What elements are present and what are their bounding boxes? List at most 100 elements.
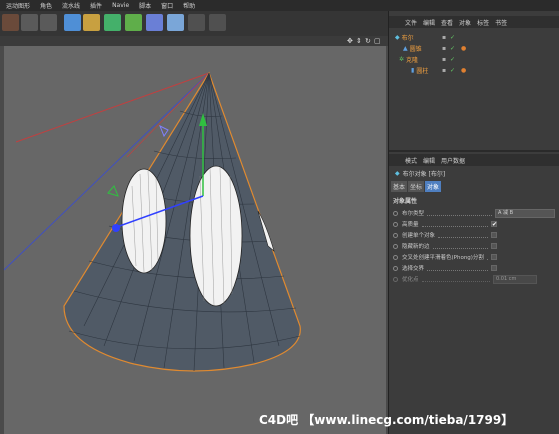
plane-handle-yz[interactable]: [159, 124, 169, 138]
attr-tab-mode[interactable]: 模式: [405, 156, 417, 165]
mograph-icon[interactable]: [125, 14, 142, 31]
light-icon[interactable]: [209, 14, 226, 31]
visibility-icon[interactable]: ▪: [442, 45, 446, 52]
watermark: C4D吧 【www.linecg.com/tieba/1799】: [259, 413, 514, 427]
boole-type-select[interactable]: A 减 B: [495, 208, 555, 218]
keyframe-icon[interactable]: [393, 221, 398, 227]
tree-item-boole[interactable]: ◆ 布尔 ▪ ✓: [389, 32, 559, 43]
keyframe-icon[interactable]: [393, 243, 398, 249]
visibility-icon[interactable]: ▪: [442, 67, 446, 74]
hide-new-edges-checkbox[interactable]: [491, 243, 497, 249]
leader-dots: [438, 232, 488, 238]
keyframe-icon[interactable]: [393, 232, 398, 238]
tree-item-label: 布尔: [401, 35, 414, 42]
attr-row-boole-type: 布尔类型 A 减 B: [393, 208, 555, 218]
menu-character[interactable]: 角色: [40, 1, 52, 10]
attr-tab-edit[interactable]: 编辑: [423, 156, 435, 165]
keyframe-icon[interactable]: [393, 254, 398, 260]
objects-tab-edit[interactable]: 编辑: [423, 18, 435, 27]
menubar: 运动图形 角色 流水线 插件 Navie 脚本 窗口 帮助: [0, 0, 559, 11]
objects-tab-view[interactable]: 查看: [441, 18, 453, 27]
viewport[interactable]: [4, 46, 386, 434]
enabled-check-icon[interactable]: ✓: [450, 45, 455, 52]
deformer-icon[interactable]: [146, 14, 163, 31]
cone-scene: [4, 71, 301, 372]
zoom-view-icon[interactable]: ⇕: [356, 37, 362, 45]
cut-hole-left: [121, 168, 167, 274]
attr-row-phong-break: 交叉处创建平滑着色(Phong)分割: [393, 252, 555, 262]
tree-item-cloner[interactable]: ✲ 克隆 ▪ ✓: [389, 54, 559, 65]
visibility-icon[interactable]: ▪: [442, 56, 446, 63]
move-view-icon[interactable]: ✥: [347, 37, 353, 45]
subdivision-icon[interactable]: [104, 14, 121, 31]
phong-break-checkbox[interactable]: [491, 254, 497, 260]
keyframe-icon[interactable]: [393, 276, 398, 282]
tree-item-cylinder[interactable]: ▮ 圆柱 ▪ ✓ ●: [389, 65, 559, 76]
high-quality-checkbox[interactable]: ✔: [491, 221, 497, 228]
attr-label: 交叉处创建平滑着色(Phong)分割: [402, 255, 484, 261]
render-settings-icon[interactable]: [40, 14, 57, 31]
attr-tab-userdata[interactable]: 用户数据: [441, 156, 465, 165]
attr-label: 创建单个对象: [402, 233, 436, 239]
cylinder-icon: ▮: [411, 67, 415, 74]
phong-tag-icon[interactable]: ●: [461, 45, 466, 52]
plane-handle-xy[interactable]: [107, 185, 119, 197]
attr-label: 高质量: [402, 222, 419, 228]
z-axis-handle[interactable]: [112, 224, 120, 232]
boole-icon: ◆: [395, 34, 400, 41]
menu-help[interactable]: 帮助: [183, 1, 195, 10]
attr-object-header: ◆ 布尔对象 [布尔]: [395, 169, 445, 178]
phong-tag-icon[interactable]: ●: [461, 67, 466, 74]
render-icon[interactable]: [2, 14, 19, 31]
tree-item-label: 克隆: [406, 57, 419, 64]
cut-hole-center: [189, 165, 243, 307]
select-intersection-checkbox[interactable]: [491, 265, 497, 271]
leader-dots: [427, 265, 488, 271]
attr-row-hide-new-edges: 隐藏新的边: [393, 241, 555, 251]
tree-item-label: 圆锥: [409, 46, 422, 53]
subtab-coord[interactable]: 坐标: [408, 181, 425, 192]
pen-icon[interactable]: [83, 14, 100, 31]
toolbar: [0, 11, 388, 37]
attributes-menu: 模式 编辑 用户数据: [389, 154, 559, 166]
cone-body: [63, 71, 301, 372]
objects-tab-bookmarks[interactable]: 书签: [495, 18, 507, 27]
keyframe-icon[interactable]: [393, 265, 398, 271]
objects-tab-object[interactable]: 对象: [459, 18, 471, 27]
enabled-check-icon[interactable]: ✓: [450, 56, 455, 63]
section-title: 对象属性: [393, 198, 418, 205]
enabled-check-icon[interactable]: ✓: [450, 34, 455, 41]
keyframe-icon[interactable]: [393, 210, 398, 216]
menu-plugins[interactable]: 插件: [90, 1, 102, 10]
attr-subtabs: 基本 坐标 对象: [391, 181, 442, 192]
panel-divider: [389, 150, 559, 152]
objects-tab-tags[interactable]: 标签: [477, 18, 489, 27]
enabled-check-icon[interactable]: ✓: [450, 67, 455, 74]
menu-mograph[interactable]: 运动图形: [6, 1, 30, 10]
subtab-basic[interactable]: 基本: [391, 181, 408, 192]
boole-icon: ◆: [395, 170, 400, 177]
tree-item-label: 圆柱: [416, 68, 429, 75]
clapper-icon[interactable]: [21, 14, 38, 31]
attr-label: 隐藏新的边: [402, 244, 430, 250]
optimize-points-input[interactable]: 0.01 cm: [493, 274, 537, 284]
attr-row-select-intersection: 选择交界: [393, 263, 555, 273]
camera-icon[interactable]: [188, 14, 205, 31]
menu-script[interactable]: 脚本: [139, 1, 151, 10]
menu-pipeline[interactable]: 流水线: [62, 1, 80, 10]
cone-icon: ▲: [403, 45, 408, 52]
visibility-icon[interactable]: ▪: [442, 34, 446, 41]
cube-icon[interactable]: [64, 14, 81, 31]
attr-row-optimize-points: 优化点 0.01 cm: [393, 274, 555, 284]
attr-label: 选择交界: [402, 266, 425, 272]
menu-window[interactable]: 窗口: [161, 1, 173, 10]
tree-item-cone[interactable]: ▲ 圆锥 ▪ ✓ ●: [389, 43, 559, 54]
rotate-view-icon[interactable]: ↻: [365, 37, 371, 45]
single-object-checkbox[interactable]: [491, 232, 497, 238]
menu-navie[interactable]: Navie: [112, 2, 129, 9]
objects-tab-file[interactable]: 文件: [405, 18, 417, 27]
subtab-object[interactable]: 对象: [425, 181, 442, 192]
floor-icon[interactable]: [167, 14, 184, 31]
maximize-view-icon[interactable]: ▢: [374, 37, 381, 45]
leader-dots: [421, 276, 490, 282]
